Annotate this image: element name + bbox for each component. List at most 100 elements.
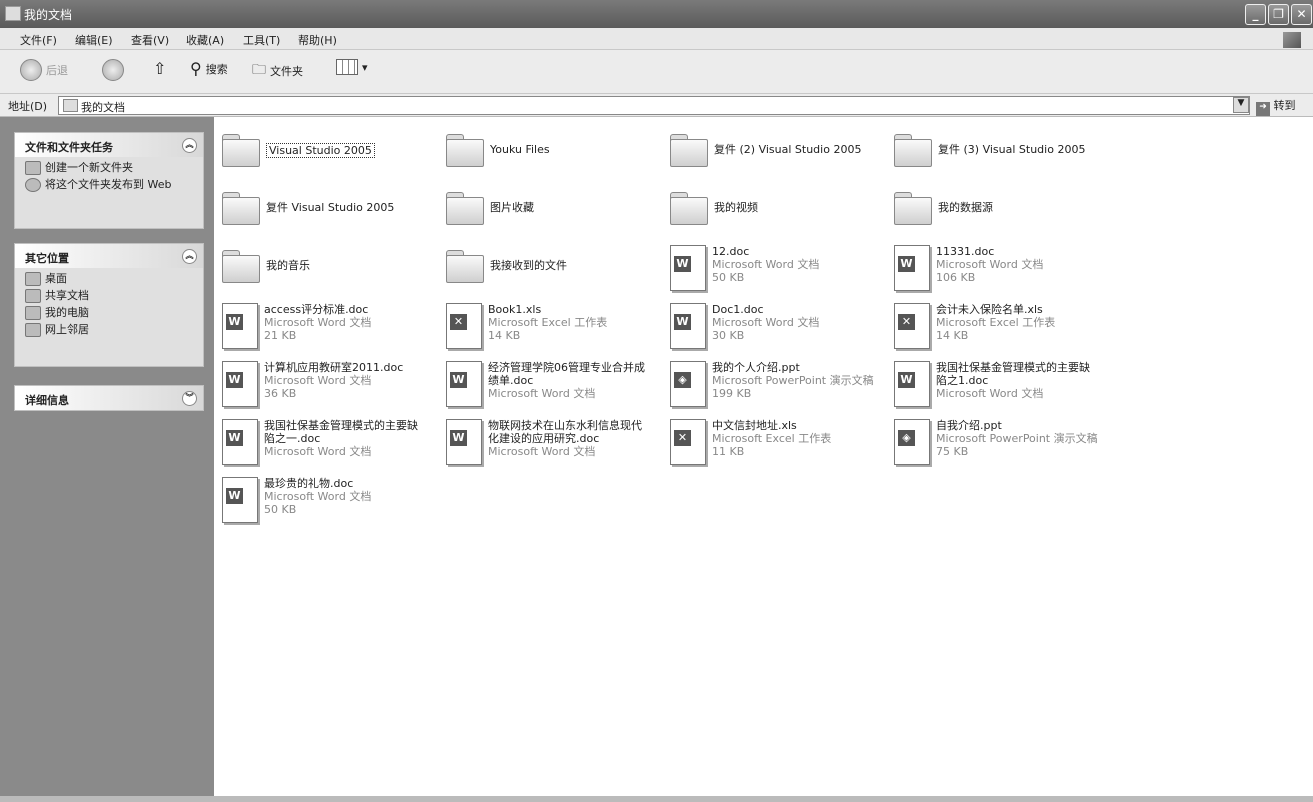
item-label: 经济管理学院06管理专业合并成绩单.doc Microsoft Word 文档 [488, 361, 648, 400]
item-label: 我接收到的文件 [490, 259, 567, 272]
maximize-button[interactable]: ❐ [1268, 4, 1289, 25]
file-item[interactable]: W 我国社保基金管理模式的主要缺陷之一.doc Microsoft Word 文档 [222, 419, 424, 465]
menu-help[interactable]: 帮助(H) [298, 32, 337, 48]
minimize-button[interactable]: _ [1245, 4, 1266, 25]
item-kind: Microsoft Word 文档 [488, 387, 596, 400]
file-item[interactable]: W 物联网技术在山东水利信息现代化建设的应用研究.doc Microsoft Wor… [446, 419, 648, 465]
folder-item[interactable]: 我的音乐 [222, 245, 310, 283]
item-label: 物联网技术在山东水利信息现代化建设的应用研究.doc Microsoft Word… [488, 419, 648, 458]
item-name: Youku Files [490, 143, 550, 156]
folder-item[interactable]: 我的数据源 [894, 187, 993, 225]
publish-web-icon [25, 178, 41, 192]
item-label: 我的音乐 [266, 259, 310, 272]
address-label: 地址(D) [8, 100, 48, 113]
expand-chevron-icon[interactable]: ︾ [182, 391, 197, 406]
file-item[interactable]: W 计算机应用教研室2011.doc Microsoft Word 文档 36 KB [222, 361, 403, 407]
file-item[interactable]: Waccess评分标准.doc Microsoft Word 文档 21 KB [222, 303, 371, 349]
search-icon: ⚲ [190, 59, 202, 78]
file-item[interactable]: ◈ 自我介绍.ppt Microsoft PowerPoint 演示文稿 75 KB [894, 419, 1098, 465]
search-button[interactable]: ⚲ 搜索 [190, 59, 228, 78]
up-folder-button[interactable]: ⇧ [153, 59, 166, 78]
folders-button[interactable]: 🗀 文件夹 [252, 59, 303, 83]
item-name: 我的个人介绍.ppt [712, 361, 800, 374]
word-doc-icon: W [894, 361, 930, 407]
folder-item[interactable]: Youku Files [446, 129, 550, 167]
file-item[interactable]: W 经济管理学院06管理专业合并成绩单.doc Microsoft Word 文档 [446, 361, 648, 407]
file-item[interactable]: ◈ 我的个人介绍.ppt Microsoft PowerPoint 演示文稿 199 … [670, 361, 874, 407]
task-new-folder[interactable]: 创建一个新文件夹 [15, 161, 203, 175]
details-header[interactable]: 详细信息 ︾ [15, 386, 203, 410]
app-badge-icon: W [674, 256, 691, 272]
other-places-panel: 其它位置 ︽ 桌面 共享文档 我的电脑 网上邻居 [14, 243, 204, 367]
item-label: 复件 (2) Visual Studio 2005 [714, 143, 861, 156]
menu-favorites[interactable]: 收藏(A) [186, 32, 224, 48]
place-desktop[interactable]: 桌面 [15, 272, 203, 286]
file-item[interactable]: ✕ 会计未入保险名单.xls Microsoft Excel 工作表 14 KB [894, 303, 1055, 349]
word-doc-icon: W [446, 419, 482, 465]
place-network-label: 网上邻居 [45, 323, 89, 336]
collapse-chevron-icon[interactable]: ︽ [182, 138, 197, 153]
app-badge-icon: W [226, 314, 243, 330]
folder-item[interactable]: 复件 Visual Studio 2005 [222, 187, 394, 225]
menu-tools[interactable]: 工具(T) [243, 32, 280, 48]
folder-item[interactable]: 我的视频 [670, 187, 758, 225]
item-label: Youku Files [490, 143, 550, 156]
place-network[interactable]: 网上邻居 [15, 323, 203, 337]
item-name: 会计未入保险名单.xls [936, 303, 1043, 316]
file-item[interactable]: W Doc1.doc Microsoft Word 文档 30 KB [670, 303, 819, 349]
file-item[interactable]: ✕ Book1.xls Microsoft Excel 工作表 14 KB [446, 303, 607, 349]
folder-icon [63, 99, 78, 112]
file-item[interactable]: W 我国社保基金管理模式的主要缺陷之1.doc Microsoft Word 文档 [894, 361, 1096, 407]
file-item[interactable]: W 12.doc Microsoft Word 文档 50 KB [670, 245, 819, 291]
place-shared-docs[interactable]: 共享文档 [15, 289, 203, 303]
file-tasks-panel: 文件和文件夹任务 ︽ 创建一个新文件夹 将这个文件夹发布到 Web [14, 132, 204, 229]
folders-label: 文件夹 [270, 65, 303, 78]
word-doc-icon: W [894, 245, 930, 291]
item-name: Doc1.doc [712, 303, 764, 316]
menu-view[interactable]: 查看(V) [131, 32, 169, 48]
collapse-chevron-icon[interactable]: ︽ [182, 249, 197, 264]
menu-edit[interactable]: 编辑(E) [75, 32, 113, 48]
file-item[interactable]: ✕ 中文信封地址.xls Microsoft Excel 工作表 11 KB [670, 419, 831, 465]
folder-item[interactable]: Visual Studio 2005 [222, 129, 375, 167]
place-my-computer[interactable]: 我的电脑 [15, 306, 203, 320]
file-tasks-header[interactable]: 文件和文件夹任务 ︽ [15, 133, 203, 157]
file-item[interactable]: W 11331.doc Microsoft Word 文档 106 KB [894, 245, 1043, 291]
item-label: 会计未入保险名单.xls Microsoft Excel 工作表 14 KB [936, 303, 1055, 342]
windows-logo-icon [1283, 32, 1301, 48]
toolbar: 后退 ⇧ ⚲ 搜索 🗀 文件夹 ▾ [0, 50, 1313, 94]
task-publish-web[interactable]: 将这个文件夹发布到 Web [15, 178, 175, 192]
task-pane: 文件和文件夹任务 ︽ 创建一个新文件夹 将这个文件夹发布到 Web 其它位置 ︽ 桌… [0, 117, 214, 802]
item-kind: Microsoft Word 文档 [264, 374, 372, 387]
back-button[interactable]: 后退 [20, 59, 68, 81]
file-item[interactable]: W 最珍贵的礼物.doc Microsoft Word 文档 50 KB [222, 477, 371, 523]
item-size: 106 KB [936, 271, 976, 284]
item-name: 复件 (3) Visual Studio 2005 [938, 143, 1086, 156]
excel-sheet-icon: ✕ [670, 419, 706, 465]
views-button[interactable]: ▾ [336, 59, 368, 75]
go-button[interactable]: ➜ 转到 [1256, 97, 1296, 116]
folder-item[interactable]: 我接收到的文件 [446, 245, 567, 283]
word-doc-icon: W [222, 477, 258, 523]
app-badge-icon: ✕ [898, 314, 915, 330]
folder-icon [670, 192, 708, 225]
folder-item[interactable]: 复件 (3) Visual Studio 2005 [894, 129, 1086, 167]
place-desktop-label: 桌面 [45, 272, 67, 285]
menu-file[interactable]: 文件(F) [20, 32, 57, 48]
item-name: 经济管理学院06管理专业合并成绩单.doc [488, 361, 645, 387]
close-button[interactable]: ✕ [1291, 4, 1312, 25]
folder-item[interactable]: 复件 (2) Visual Studio 2005 [670, 129, 861, 167]
excel-sheet-icon: ✕ [446, 303, 482, 349]
folder-icon [894, 134, 932, 167]
item-kind: Microsoft Word 文档 [712, 316, 820, 329]
folder-item[interactable]: 图片收藏 [446, 187, 534, 225]
address-input[interactable]: 我的文档 [58, 96, 1250, 115]
menu-bar: 文件(F) 编辑(E) 查看(V) 收藏(A) 工具(T) 帮助(H) [0, 28, 1313, 50]
item-kind: Microsoft Word 文档 [936, 258, 1044, 271]
app-badge-icon: W [674, 314, 691, 330]
address-dropdown-button[interactable]: ▼ [1233, 97, 1249, 113]
item-kind: Microsoft Word 文档 [264, 316, 372, 329]
item-name: 我国社保基金管理模式的主要缺陷之一.doc [264, 419, 418, 445]
forward-button[interactable] [102, 59, 124, 81]
other-places-header[interactable]: 其它位置 ︽ [15, 244, 203, 268]
